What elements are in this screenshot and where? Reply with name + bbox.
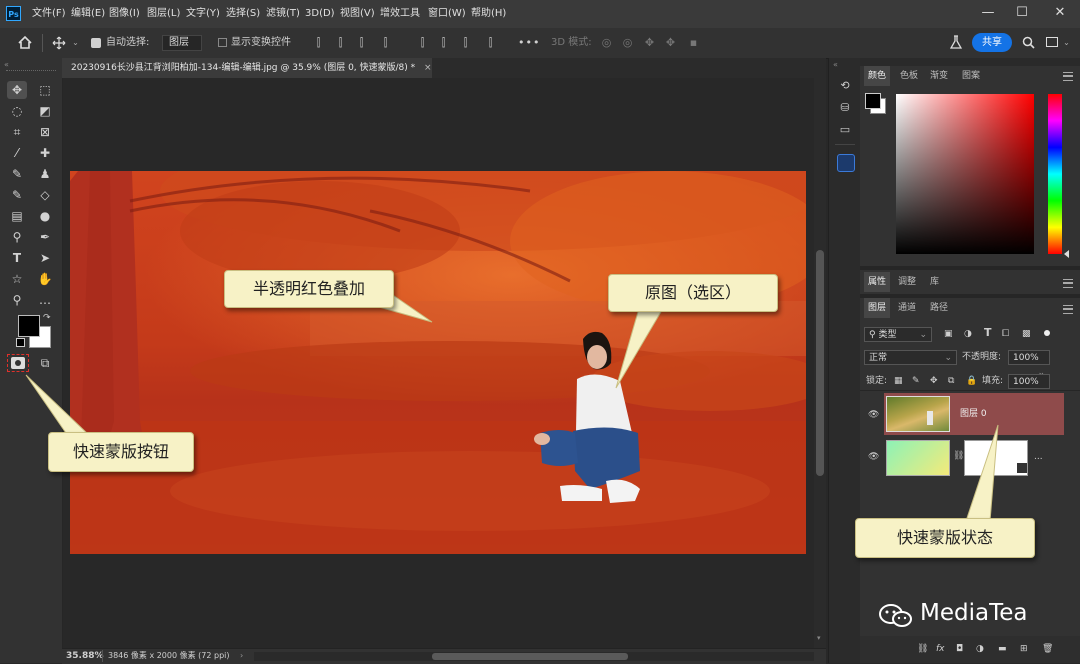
callout-original: 原图（选区）: [608, 274, 778, 312]
callout-overlay: 半透明红色叠加: [224, 270, 394, 308]
watermark-text: MediaTea: [920, 600, 1028, 626]
callout-quick-mask-button: 快速蒙版按钮: [48, 432, 194, 472]
callout-pointers: [25, 281, 999, 522]
wechat-icon: [878, 603, 914, 629]
callout-quick-mask-state: 快速蒙版状态: [855, 518, 1035, 558]
